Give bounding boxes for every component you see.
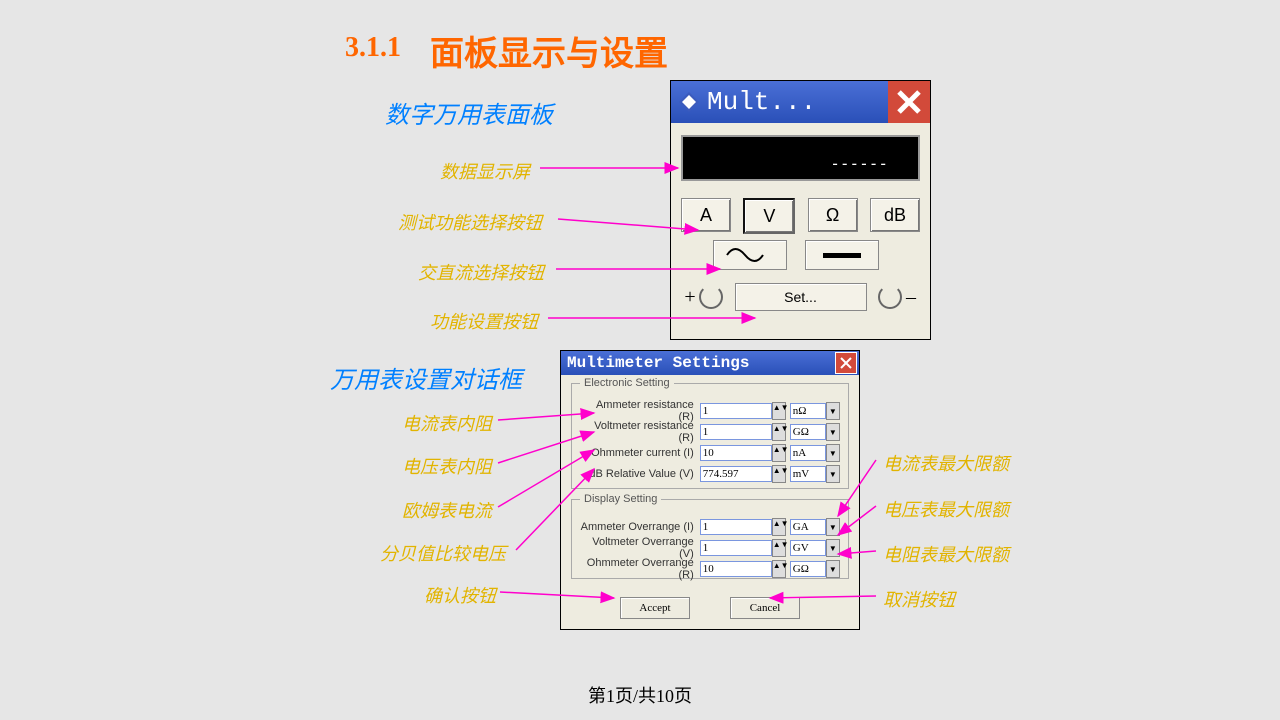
oo-input[interactable] — [700, 561, 772, 577]
subtitle-panel: 数字万用表面板 — [385, 95, 553, 130]
multimeter-body: ------ A V Ω dB + Set... – — [671, 123, 930, 339]
ar-unit[interactable] — [790, 403, 826, 419]
anno-acdc: 交直流选择按钮 — [418, 259, 544, 285]
db-input[interactable] — [700, 466, 772, 482]
ar-unit-dd[interactable]: ▼ — [826, 402, 840, 420]
minus-label: – — [902, 286, 920, 309]
oo-unit[interactable] — [790, 561, 826, 577]
dialog-titlebar[interactable]: Multimeter Settings — [561, 351, 859, 375]
multimeter-window: Mult... ------ A V Ω dB + Set... – — [670, 80, 931, 340]
group1-title: Electronic Setting — [580, 377, 674, 389]
vr-unit[interactable] — [790, 424, 826, 440]
vo-spinner[interactable]: ▲▼ — [772, 539, 786, 557]
heading-number: 3.1.1 — [345, 32, 401, 64]
ar-input[interactable] — [700, 403, 772, 419]
oc-spinner[interactable]: ▲▼ — [772, 444, 786, 462]
mode-v-button[interactable]: V — [743, 198, 795, 234]
close-button[interactable] — [888, 81, 930, 123]
vr-label: Voltmeter resistance (R) — [580, 420, 700, 444]
vo-input[interactable] — [700, 540, 772, 556]
close-icon — [894, 87, 924, 117]
electronic-setting-group: Electronic Setting Ammeter resistance (R… — [571, 383, 849, 489]
oo-unit-dd[interactable]: ▼ — [826, 560, 840, 578]
bottom-row: + Set... – — [681, 283, 920, 311]
dialog-title-text: Multimeter Settings — [567, 354, 749, 372]
ao-spinner[interactable]: ▲▼ — [772, 518, 786, 536]
oc-unit-dd[interactable]: ▼ — [826, 444, 840, 462]
db-unit-dd[interactable]: ▼ — [826, 465, 840, 483]
anno-ar: 电流表内阻 — [402, 410, 492, 436]
cancel-button[interactable]: Cancel — [730, 597, 800, 619]
anno-rmax: 电阻表最大限额 — [883, 541, 1009, 567]
oc-label: Ohmmeter current (I) — [580, 447, 700, 459]
anno-ok: 确认按钮 — [424, 582, 496, 608]
ao-label: Ammeter Overrange (I) — [580, 521, 700, 533]
ar-spinner[interactable]: ▲▼ — [772, 402, 786, 420]
db-unit[interactable] — [790, 466, 826, 482]
vr-unit-dd[interactable]: ▼ — [826, 423, 840, 441]
anno-cancel: 取消按钮 — [883, 586, 955, 612]
ac-button[interactable] — [713, 240, 787, 270]
vo-unit-dd[interactable]: ▼ — [826, 539, 840, 557]
vr-input[interactable] — [700, 424, 772, 440]
anno-vr: 电压表内阻 — [402, 453, 492, 479]
dc-icon — [817, 247, 867, 263]
settings-dialog: Multimeter Settings Electronic Setting A… — [560, 350, 860, 630]
anno-amax: 电流表最大限额 — [883, 450, 1009, 476]
acdc-row — [713, 240, 879, 270]
oc-input[interactable] — [700, 445, 772, 461]
display-setting-group: Display Setting Ammeter Overrange (I)▲▼▼… — [571, 499, 849, 579]
anno-set: 功能设置按钮 — [430, 308, 538, 334]
anno-oc: 欧姆表电流 — [402, 497, 492, 523]
oc-unit[interactable] — [790, 445, 826, 461]
oo-label: Ohmmeter Overrange (R) — [580, 557, 700, 581]
page-indicator: 第1页/共10页 — [0, 682, 1280, 708]
anno-db: 分贝值比较电压 — [380, 540, 506, 566]
anno-lcd: 数据显示屏 — [440, 158, 530, 184]
plus-label: + — [681, 286, 699, 309]
multimeter-titlebar[interactable]: Mult... — [671, 81, 930, 123]
lcd-display: ------ — [681, 135, 920, 181]
multimeter-title-text: Mult... — [707, 87, 816, 117]
set-button[interactable]: Set... — [735, 283, 867, 311]
ao-input[interactable] — [700, 519, 772, 535]
vr-spinner[interactable]: ▲▼ — [772, 423, 786, 441]
ao-unit[interactable] — [790, 519, 826, 535]
group2-title: Display Setting — [580, 493, 661, 505]
mode-button-row: A V Ω dB — [681, 198, 920, 234]
mode-a-button[interactable]: A — [681, 198, 731, 232]
anno-func: 测试功能选择按钮 — [398, 209, 542, 235]
subtitle-dialog: 万用表设置对话框 — [330, 360, 522, 395]
ao-unit-dd[interactable]: ▼ — [826, 518, 840, 536]
mode-db-button[interactable]: dB — [870, 198, 920, 232]
db-spinner[interactable]: ▲▼ — [772, 465, 786, 483]
minus-terminal[interactable] — [878, 285, 902, 309]
slide: 3.1.1 面板显示与设置 数字万用表面板 万用表设置对话框 数据显示屏 测试功… — [0, 0, 1280, 720]
vo-unit[interactable] — [790, 540, 826, 556]
db-label: dB Relative Value (V) — [580, 468, 700, 480]
heading-text: 面板显示与设置 — [430, 26, 668, 75]
dialog-buttons: Accept Cancel — [561, 597, 859, 619]
app-icon — [677, 90, 701, 114]
dc-button[interactable] — [805, 240, 879, 270]
mode-ohm-button[interactable]: Ω — [808, 198, 858, 232]
oo-spinner[interactable]: ▲▼ — [772, 560, 786, 578]
sine-icon — [725, 247, 775, 263]
dialog-close-button[interactable] — [835, 352, 857, 374]
accept-button[interactable]: Accept — [620, 597, 690, 619]
anno-vmax: 电压表最大限额 — [883, 496, 1009, 522]
plus-terminal[interactable] — [699, 285, 723, 309]
close-icon — [840, 357, 852, 369]
